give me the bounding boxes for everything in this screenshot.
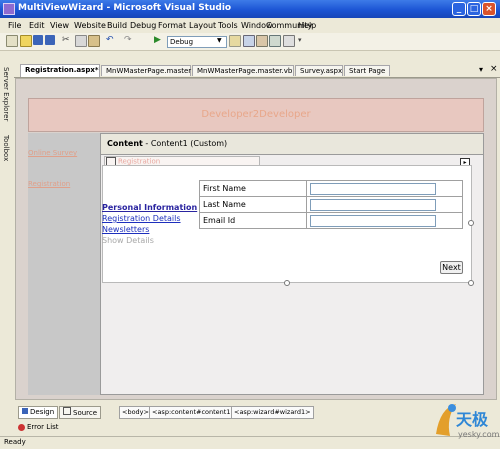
email-id-field[interactable] <box>310 214 436 227</box>
first-name-field[interactable] <box>310 182 436 195</box>
last-name-field[interactable] <box>310 198 436 211</box>
menu-layout[interactable]: Layout <box>189 21 216 30</box>
save-all-icon[interactable] <box>45 35 55 45</box>
menu-test[interactable]: Tools <box>218 21 238 30</box>
paste-icon[interactable] <box>88 35 100 47</box>
next-button[interactable]: Next <box>440 261 463 274</box>
wizard-step-show-details[interactable]: Show Details <box>102 236 154 245</box>
breadcrumb-content[interactable]: <asp:content#content1> <box>149 406 239 419</box>
table-row: First Name <box>199 180 463 197</box>
document-tab-strip: Registration.aspx* MnWMasterPage.master … <box>14 63 500 78</box>
new-project-icon[interactable] <box>6 35 18 47</box>
cut-icon[interactable]: ✂ <box>62 35 72 45</box>
resize-handle[interactable] <box>468 280 474 286</box>
table-row: Last Name <box>199 196 463 213</box>
menu-view[interactable]: View <box>50 21 69 30</box>
first-name-label: First Name <box>199 180 307 197</box>
toolbox-icon[interactable] <box>269 35 281 47</box>
menu-file[interactable]: File <box>8 21 21 30</box>
tab-start-page[interactable]: Start Page <box>344 65 390 76</box>
tab-survey-aspx[interactable]: Survey.aspx <box>295 65 343 76</box>
tab-master-page-vb[interactable]: MnWMasterPage.master.vb <box>192 65 294 76</box>
menu-community[interactable]: Help <box>298 21 316 30</box>
status-bar: Ready <box>0 436 500 449</box>
wizard-step-registration-details[interactable]: Registration Details <box>102 214 181 223</box>
breadcrumb-body[interactable]: <body> <box>119 406 152 419</box>
menu-debug[interactable]: Debug <box>130 21 156 30</box>
source-icon <box>63 407 71 415</box>
master-page-banner: Developer2Developer <box>28 98 484 132</box>
menu-bar: File Edit View Website Build Debug Forma… <box>0 19 500 32</box>
tab-registration-aspx[interactable]: Registration.aspx* <box>20 64 100 77</box>
solution-explorer-icon[interactable] <box>243 35 255 47</box>
watermark-logo: 天极 yesky.com <box>430 396 500 446</box>
toolbox-tab[interactable]: Toolbox <box>2 135 10 161</box>
email-id-label: Email Id <box>199 212 307 229</box>
watermark-text: 天极 <box>456 410 489 429</box>
open-icon[interactable] <box>20 35 32 47</box>
menu-build[interactable]: Build <box>107 21 127 30</box>
status-text: Ready <box>4 438 26 446</box>
nav-link-registration[interactable]: Registration <box>28 180 70 188</box>
start-debugging-icon[interactable]: ▶ <box>154 35 164 45</box>
resize-handle[interactable] <box>284 280 290 286</box>
app-icon <box>3 3 15 15</box>
design-tab-label: Design <box>30 408 55 416</box>
menu-website[interactable]: Website <box>74 21 106 30</box>
error-icon <box>18 423 25 431</box>
tab-master-page[interactable]: MnWMasterPage.master <box>101 65 191 76</box>
watermark-sub: yesky.com <box>458 430 500 439</box>
resize-handle[interactable] <box>468 220 474 226</box>
error-list-label: Error List <box>27 423 59 431</box>
last-name-label: Last Name <box>199 196 307 213</box>
find-icon[interactable] <box>229 35 241 47</box>
window-title: MultiViewWizard - Microsoft Visual Studi… <box>18 3 232 13</box>
wizard-step-newsletters[interactable]: Newsletters <box>102 225 149 234</box>
table-row: Email Id <box>199 212 463 229</box>
server-explorer-tab[interactable]: Server Explorer <box>2 67 10 121</box>
minimize-button[interactable]: _ <box>452 2 466 16</box>
menu-edit[interactable]: Edit <box>29 21 45 30</box>
properties-icon[interactable] <box>256 35 268 47</box>
close-document-icon[interactable]: × <box>490 64 498 74</box>
close-button[interactable]: × <box>482 2 496 16</box>
maximize-button[interactable]: □ <box>467 2 481 16</box>
tab-list-arrow-icon[interactable]: ▾ <box>479 65 483 74</box>
error-list-tab[interactable]: Error List <box>18 423 59 431</box>
content-header: Content - Content1 (Custom) <box>101 134 483 155</box>
save-icon[interactable] <box>33 35 43 45</box>
title-bar: MultiViewWizard - Microsoft Visual Studi… <box>0 0 500 18</box>
undo-icon[interactable]: ↶ <box>106 35 116 45</box>
view-bar: Design Source <body> <asp:content#conten… <box>15 405 500 419</box>
chevron-down-icon[interactable]: ▼ <box>217 37 222 44</box>
design-view-tab[interactable]: Design <box>18 406 59 419</box>
side-panel-rail: Server Explorer Toolbox <box>0 63 14 408</box>
wizard-step-personal-information[interactable]: Personal Information <box>102 203 197 212</box>
breadcrumb-wizard[interactable]: <asp:wizard#wizard1> <box>231 406 314 419</box>
master-page-nav: Online Survey Registration <box>28 133 100 395</box>
registration-form: First Name Last Name Email Id <box>199 180 463 229</box>
nav-link-online-survey[interactable]: Online Survey <box>28 149 77 157</box>
layout-icon[interactable] <box>283 35 295 47</box>
redo-icon[interactable]: ↷ <box>124 35 134 45</box>
content-subtitle: - Content1 (Custom) <box>142 139 228 148</box>
standard-toolbar: ✂ ↶ ↷ ▶ ▾ <box>0 33 500 51</box>
toolbar-options-icon[interactable]: ▾ <box>298 35 308 45</box>
source-tab-label: Source <box>73 409 98 417</box>
source-view-tab[interactable]: Source <box>59 406 102 419</box>
copy-icon[interactable] <box>75 35 87 47</box>
menu-format[interactable]: Format <box>158 21 186 30</box>
content-title: Content <box>107 139 143 148</box>
design-icon <box>22 408 28 414</box>
